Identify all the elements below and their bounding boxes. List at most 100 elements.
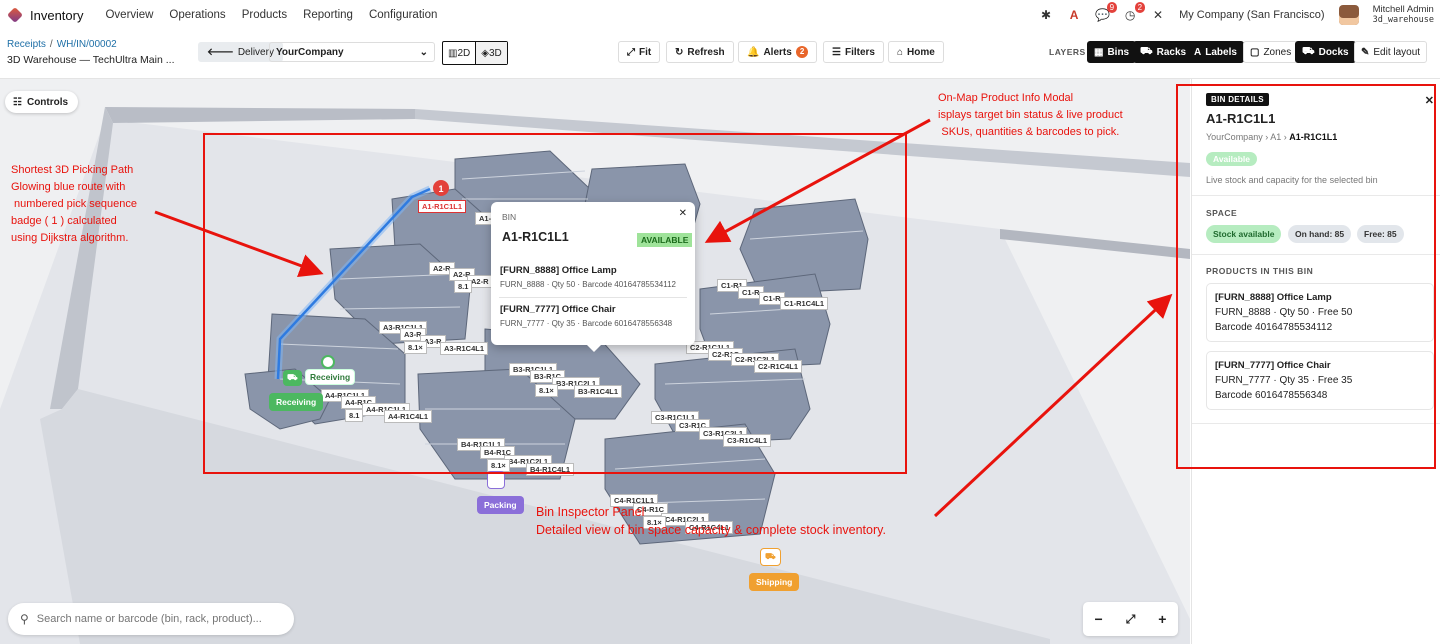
alerts-label: Alerts (763, 46, 792, 58)
view-2d-button[interactable]: ▥ 2D (443, 42, 477, 64)
zoom-in-button[interactable]: + (1158, 611, 1166, 627)
annotation-line: Shortest 3D Picking Path (11, 164, 134, 176)
breadcrumb-receipts[interactable]: Receipts (7, 39, 46, 50)
annotation-box-map (203, 133, 907, 474)
font-icon: A (1194, 46, 1202, 58)
ai-icon[interactable]: A (1067, 8, 1081, 22)
bell-icon: 🔔 (747, 46, 760, 58)
controls-button[interactable]: ☷ Controls (5, 91, 79, 113)
layers-label: LAYERS (1049, 47, 1086, 57)
chevron-down-icon: ⌄ (419, 46, 428, 58)
map-outline-icon: ▢ (1250, 46, 1260, 58)
breadcrumb: Receipts / WH/IN/00002 (7, 39, 117, 50)
pencil-icon: ✎ (1361, 46, 1370, 58)
layer-labels-toggle[interactable]: A Labels (1187, 41, 1244, 63)
annotation-inspector: Bin Inspector Panel Detailed view of bin… (536, 503, 886, 539)
activities-icon[interactable]: ◷ 2 (1123, 2, 1146, 22)
filters-button[interactable]: ☰ Filters (823, 41, 884, 63)
racks-icon: ⛟ (1140, 45, 1153, 57)
truck-icon: ⛟ (1302, 45, 1315, 57)
edit-layout-button[interactable]: ✎ Edit layout (1354, 41, 1428, 63)
map-icon: ▥ (448, 47, 458, 59)
activities-count: 2 (1134, 2, 1146, 13)
view-3d-label: 3D (488, 47, 502, 59)
control-bar: Receipts / WH/IN/00002 3D Warehouse — Tech… (0, 30, 1440, 79)
edit-layout-label: Edit layout (1373, 46, 1421, 58)
annotation-line: isplays target bin status & live product (938, 109, 1123, 121)
grid-icon: ▦ (1094, 46, 1104, 58)
layer-labels-label: Labels (1205, 46, 1237, 58)
app-logo-icon[interactable] (7, 7, 23, 23)
refresh-button[interactable]: ↻ Refresh (666, 41, 734, 63)
shipping-zone[interactable]: Shipping (749, 573, 800, 591)
breadcrumb-record[interactable]: WH/IN/00002 (57, 39, 117, 50)
annotation-line: using Dijkstra algorithm. (11, 232, 129, 244)
avatar[interactable] (1338, 5, 1359, 25)
view-3d-button[interactable]: ◈ 3D (476, 42, 507, 64)
top-navbar: Inventory Overview Operations Products R… (0, 0, 1440, 31)
fit-label: Fit (639, 46, 652, 58)
controls-label: Controls (26, 96, 69, 108)
page-subtitle: 3D Warehouse — TechUltra Main ... (7, 54, 175, 66)
search-input[interactable] (34, 612, 279, 626)
fit-button[interactable]: ⤢ Fit (618, 41, 661, 63)
search-icon: ⚲ (20, 612, 29, 626)
layer-racks-label: Racks (1156, 46, 1187, 58)
filter-icon: ☰ (832, 46, 841, 58)
sliders-icon: ☷ (13, 96, 22, 108)
arrow-left-icon: 🡐 (207, 47, 234, 58)
zoom-out-button[interactable]: − (1095, 611, 1103, 627)
layer-docks-label: Docks (1318, 46, 1349, 58)
home-label: Home (907, 46, 935, 58)
home-button[interactable]: ⌂ Home (888, 41, 944, 63)
annotation-line: Glowing blue route with (11, 181, 126, 193)
user-menu[interactable]: Mitchell Admin 3d_warehouse (1372, 4, 1434, 26)
layer-bins-label: Bins (1107, 46, 1130, 58)
annotation-line: Detailed view of bin space capacity & co… (536, 523, 886, 537)
menu-overview[interactable]: Overview (105, 9, 153, 21)
menu-operations[interactable]: Operations (169, 9, 225, 21)
view-toggle: ▥ 2D ◈ 3D (442, 41, 508, 65)
zoom-controls: − ⤢ + (1083, 602, 1178, 636)
messages-count: 9 (1106, 2, 1118, 13)
layer-zones-toggle[interactable]: ▢ Zones (1243, 41, 1299, 63)
company-select-value: YourCompany (276, 46, 344, 58)
wall-back (105, 107, 415, 123)
company-switcher[interactable]: My Company (San Francisco) (1179, 9, 1325, 21)
shipping-truck-icon[interactable]: ⛟ (760, 548, 781, 566)
annotation-path: Shortest 3D Picking Path Glowing blue ro… (11, 162, 137, 247)
annotation-line: Bin Inspector Panel (536, 505, 645, 519)
company-select[interactable]: YourCompany ⌄ (269, 42, 435, 62)
bug-icon[interactable]: ✱ (1039, 8, 1053, 22)
database-name: 3d_warehouse (1372, 15, 1434, 25)
annotation-line: On-Map Product Info Modal (938, 92, 1074, 104)
annotation-line: numbered pick sequence (11, 198, 137, 210)
menu-reporting[interactable]: Reporting (303, 9, 353, 21)
messages-icon[interactable]: 💬 9 (1095, 2, 1118, 22)
packing-zone[interactable]: Packing (477, 496, 524, 514)
alerts-button[interactable]: 🔔 Alerts 2 (738, 41, 818, 63)
filters-label: Filters (844, 46, 875, 58)
refresh-label: Refresh (687, 46, 725, 58)
alerts-count: 2 (795, 46, 809, 58)
refresh-icon: ↻ (675, 46, 684, 58)
annotation-line: SKUs, quantities & barcodes to pick. (941, 126, 1120, 138)
menu-configuration[interactable]: Configuration (369, 9, 437, 21)
home-icon: ⌂ (897, 46, 904, 58)
expand-icon: ⤢ (627, 46, 635, 58)
layer-bins-toggle[interactable]: ▦ Bins (1087, 41, 1137, 63)
search-bar: ⚲ (8, 603, 294, 635)
cube-icon: ◈ (481, 47, 489, 59)
zoom-fit-button[interactable]: ⤢ (1126, 612, 1136, 627)
menu-products[interactable]: Products (242, 9, 287, 21)
layer-racks-toggle[interactable]: ⛟ Racks (1133, 41, 1194, 63)
annotation-box-panel (1176, 84, 1436, 469)
user-name: Mitchell Admin (1372, 4, 1434, 15)
annotation-modal: On-Map Product Info Modal isplays target… (938, 90, 1123, 141)
view-2d-label: 2D (457, 47, 471, 59)
annotation-line: badge ( 1 ) calculated (11, 215, 117, 227)
wall-right-inner (1000, 229, 1190, 259)
layer-docks-toggle[interactable]: ⛟ Docks (1295, 41, 1356, 63)
tools-icon[interactable]: ✕ (1151, 8, 1165, 22)
app-name[interactable]: Inventory (30, 8, 83, 23)
